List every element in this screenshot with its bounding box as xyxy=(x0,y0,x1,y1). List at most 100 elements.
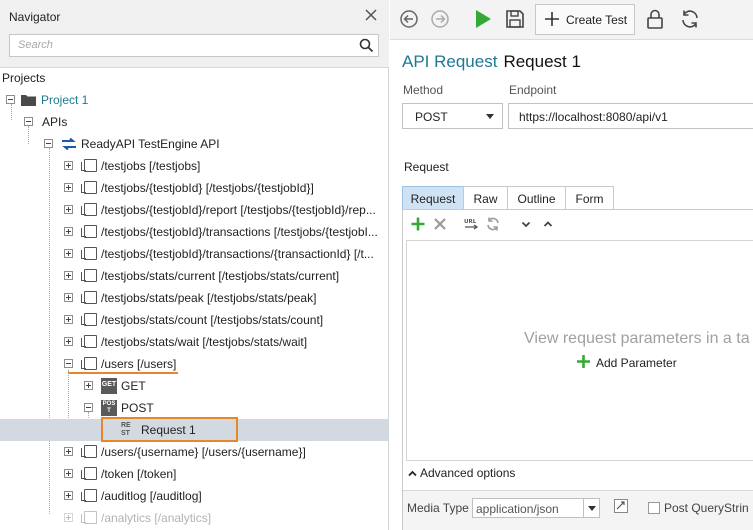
resource-label: /testjobs/stats/current [/testjobs/stats… xyxy=(101,269,340,283)
expand-icon[interactable] xyxy=(64,183,73,192)
resource-label: /testjobs/{testjobId}/transactions/{tran… xyxy=(101,247,374,261)
refresh-icon[interactable] xyxy=(678,7,702,31)
expand-icon[interactable] xyxy=(64,315,73,324)
move-down-icon[interactable] xyxy=(518,216,534,232)
tree-item-resource[interactable]: /testjobs/stats/peak [/testjobs/stats/pe… xyxy=(0,287,389,309)
expand-icon[interactable] xyxy=(64,249,73,258)
tab-form[interactable]: Form xyxy=(565,186,614,210)
navigator-title: Navigator xyxy=(9,10,61,24)
create-test-label: Create Test xyxy=(566,13,628,27)
expand-icon[interactable] xyxy=(84,381,93,390)
expand-icon[interactable] xyxy=(64,271,73,280)
resource-label: /users [/users] xyxy=(101,357,177,371)
advanced-options-label: Advanced options xyxy=(420,466,516,480)
resource-icon xyxy=(81,335,97,348)
media-type-select[interactable]: application/json xyxy=(472,498,600,518)
method-label: Method xyxy=(403,83,444,97)
expand-icon[interactable] xyxy=(64,205,73,214)
tree-item-resource[interactable]: /testjobs/stats/count [/testjobs/stats/c… xyxy=(0,309,389,331)
add-icon[interactable] xyxy=(410,216,426,232)
url-encode-icon[interactable]: URL xyxy=(463,216,479,232)
resource-label: /testjobs/stats/count [/testjobs/stats/c… xyxy=(101,313,324,327)
close-icon[interactable] xyxy=(364,8,378,22)
expand-icon[interactable] xyxy=(64,161,73,170)
resource-label: /analytics [/analytics] xyxy=(101,511,212,525)
collapse-icon[interactable] xyxy=(84,403,93,412)
advanced-options-toggle[interactable]: Advanced options xyxy=(408,466,515,480)
tree-item-apis[interactable]: APIs xyxy=(0,111,389,133)
collapse-icon[interactable] xyxy=(64,359,73,368)
tree-item-project[interactable]: Project 1 xyxy=(0,89,389,111)
tree-item-post[interactable]: POST POST xyxy=(0,397,389,419)
tree-item-users[interactable]: /users [/users] xyxy=(0,353,389,375)
empty-message: View request parameters in a ta xyxy=(524,330,750,347)
post-querystring-checkbox[interactable] xyxy=(648,502,660,514)
resource-icon xyxy=(81,225,97,238)
resource-label: /testjobs/{testjobId}/report [/testjobs/… xyxy=(101,203,376,217)
expand-icon[interactable] xyxy=(64,227,73,236)
edit-media-type-icon[interactable] xyxy=(614,499,628,513)
tree-item-resource[interactable]: /analytics [/analytics] xyxy=(0,507,389,529)
endpoint-input[interactable]: https://localhost:8080/api/v1 xyxy=(508,103,753,129)
collapse-icon[interactable] xyxy=(6,95,15,104)
tree-item-resource[interactable]: /users/{username} [/users/{username}] xyxy=(0,441,389,463)
resource-icon xyxy=(81,511,97,524)
tab-raw[interactable]: Raw xyxy=(463,186,508,210)
chevron-down-icon xyxy=(486,114,494,119)
search-icon[interactable] xyxy=(359,38,374,53)
add-parameter-button[interactable]: Add Parameter xyxy=(577,355,677,370)
resource-label: /testjobs/stats/wait [/testjobs/stats/wa… xyxy=(101,335,308,349)
forward-icon[interactable] xyxy=(428,7,452,31)
tree-item-resource[interactable]: /auditlog [/auditlog] xyxy=(0,485,389,507)
resource-icon xyxy=(81,357,97,370)
move-up-icon[interactable] xyxy=(540,216,556,232)
tree-item-api[interactable]: ReadyAPI TestEngine API xyxy=(0,133,389,155)
request-kind: API Request xyxy=(402,52,498,71)
collapse-icon[interactable] xyxy=(24,117,33,126)
collapse-icon[interactable] xyxy=(44,139,53,148)
method-value: POST xyxy=(415,110,448,124)
apis-label: APIs xyxy=(42,115,68,129)
tree-item-resource[interactable]: /testjobs/{testjobId}/report [/testjobs/… xyxy=(0,199,389,221)
search-placeholder: Search xyxy=(18,39,53,51)
api-icon xyxy=(62,138,76,150)
lock-icon[interactable] xyxy=(643,7,667,31)
tree-item-resource[interactable]: /testjobs/{testjobId}/transactions/{tran… xyxy=(0,243,389,265)
tree-item-resource[interactable]: /token [/token] xyxy=(0,463,389,485)
tab-request[interactable]: Request xyxy=(402,186,464,210)
expand-icon[interactable] xyxy=(64,293,73,302)
projects-label: Projects xyxy=(2,71,46,85)
tree-item-resource[interactable]: /testjobs/stats/current [/testjobs/stats… xyxy=(0,265,389,287)
api-name: ReadyAPI TestEngine API xyxy=(81,137,220,151)
expand-icon[interactable] xyxy=(64,469,73,478)
tree-item-resource[interactable]: /testjobs [/testjobs] xyxy=(0,155,389,177)
expand-icon[interactable] xyxy=(64,447,73,456)
resource-icon xyxy=(81,313,97,326)
tree-item-resource[interactable]: /testjobs/{testjobId} [/testjobs/{testjo… xyxy=(0,177,389,199)
tree-item-resource[interactable]: /testjobs/stats/wait [/testjobs/stats/wa… xyxy=(0,331,389,353)
delete-icon[interactable] xyxy=(432,216,448,232)
back-icon[interactable] xyxy=(397,7,421,31)
expand-icon[interactable] xyxy=(64,513,73,522)
sync-icon[interactable] xyxy=(485,216,501,232)
endpoint-value: https://localhost:8080/api/v1 xyxy=(519,110,668,124)
request-name: Request 1 xyxy=(503,52,581,71)
tree-item-get[interactable]: GET GET xyxy=(0,375,389,397)
tab-outline[interactable]: Outline xyxy=(507,186,566,210)
save-icon[interactable] xyxy=(503,7,527,31)
create-test-button[interactable]: Create Test xyxy=(535,4,635,35)
svg-text:URL: URL xyxy=(464,219,477,225)
tree-item-resource[interactable]: /testjobs/{testjobId}/transactions [/tes… xyxy=(0,221,389,243)
post-querystring-label: Post QueryStrin xyxy=(664,501,749,515)
expand-icon[interactable] xyxy=(64,337,73,346)
expand-icon[interactable] xyxy=(64,491,73,500)
media-type-label: Media Type xyxy=(407,501,469,515)
method-select[interactable]: POST xyxy=(402,103,503,129)
chevron-down-icon[interactable] xyxy=(583,499,599,517)
run-icon[interactable] xyxy=(471,7,495,31)
resource-icon xyxy=(81,181,97,194)
resource-icon xyxy=(81,489,97,502)
tree-item-request[interactable]: REST Request 1 xyxy=(0,417,389,442)
search-input[interactable]: Search xyxy=(9,34,379,57)
add-parameter-label: Add Parameter xyxy=(596,356,677,370)
